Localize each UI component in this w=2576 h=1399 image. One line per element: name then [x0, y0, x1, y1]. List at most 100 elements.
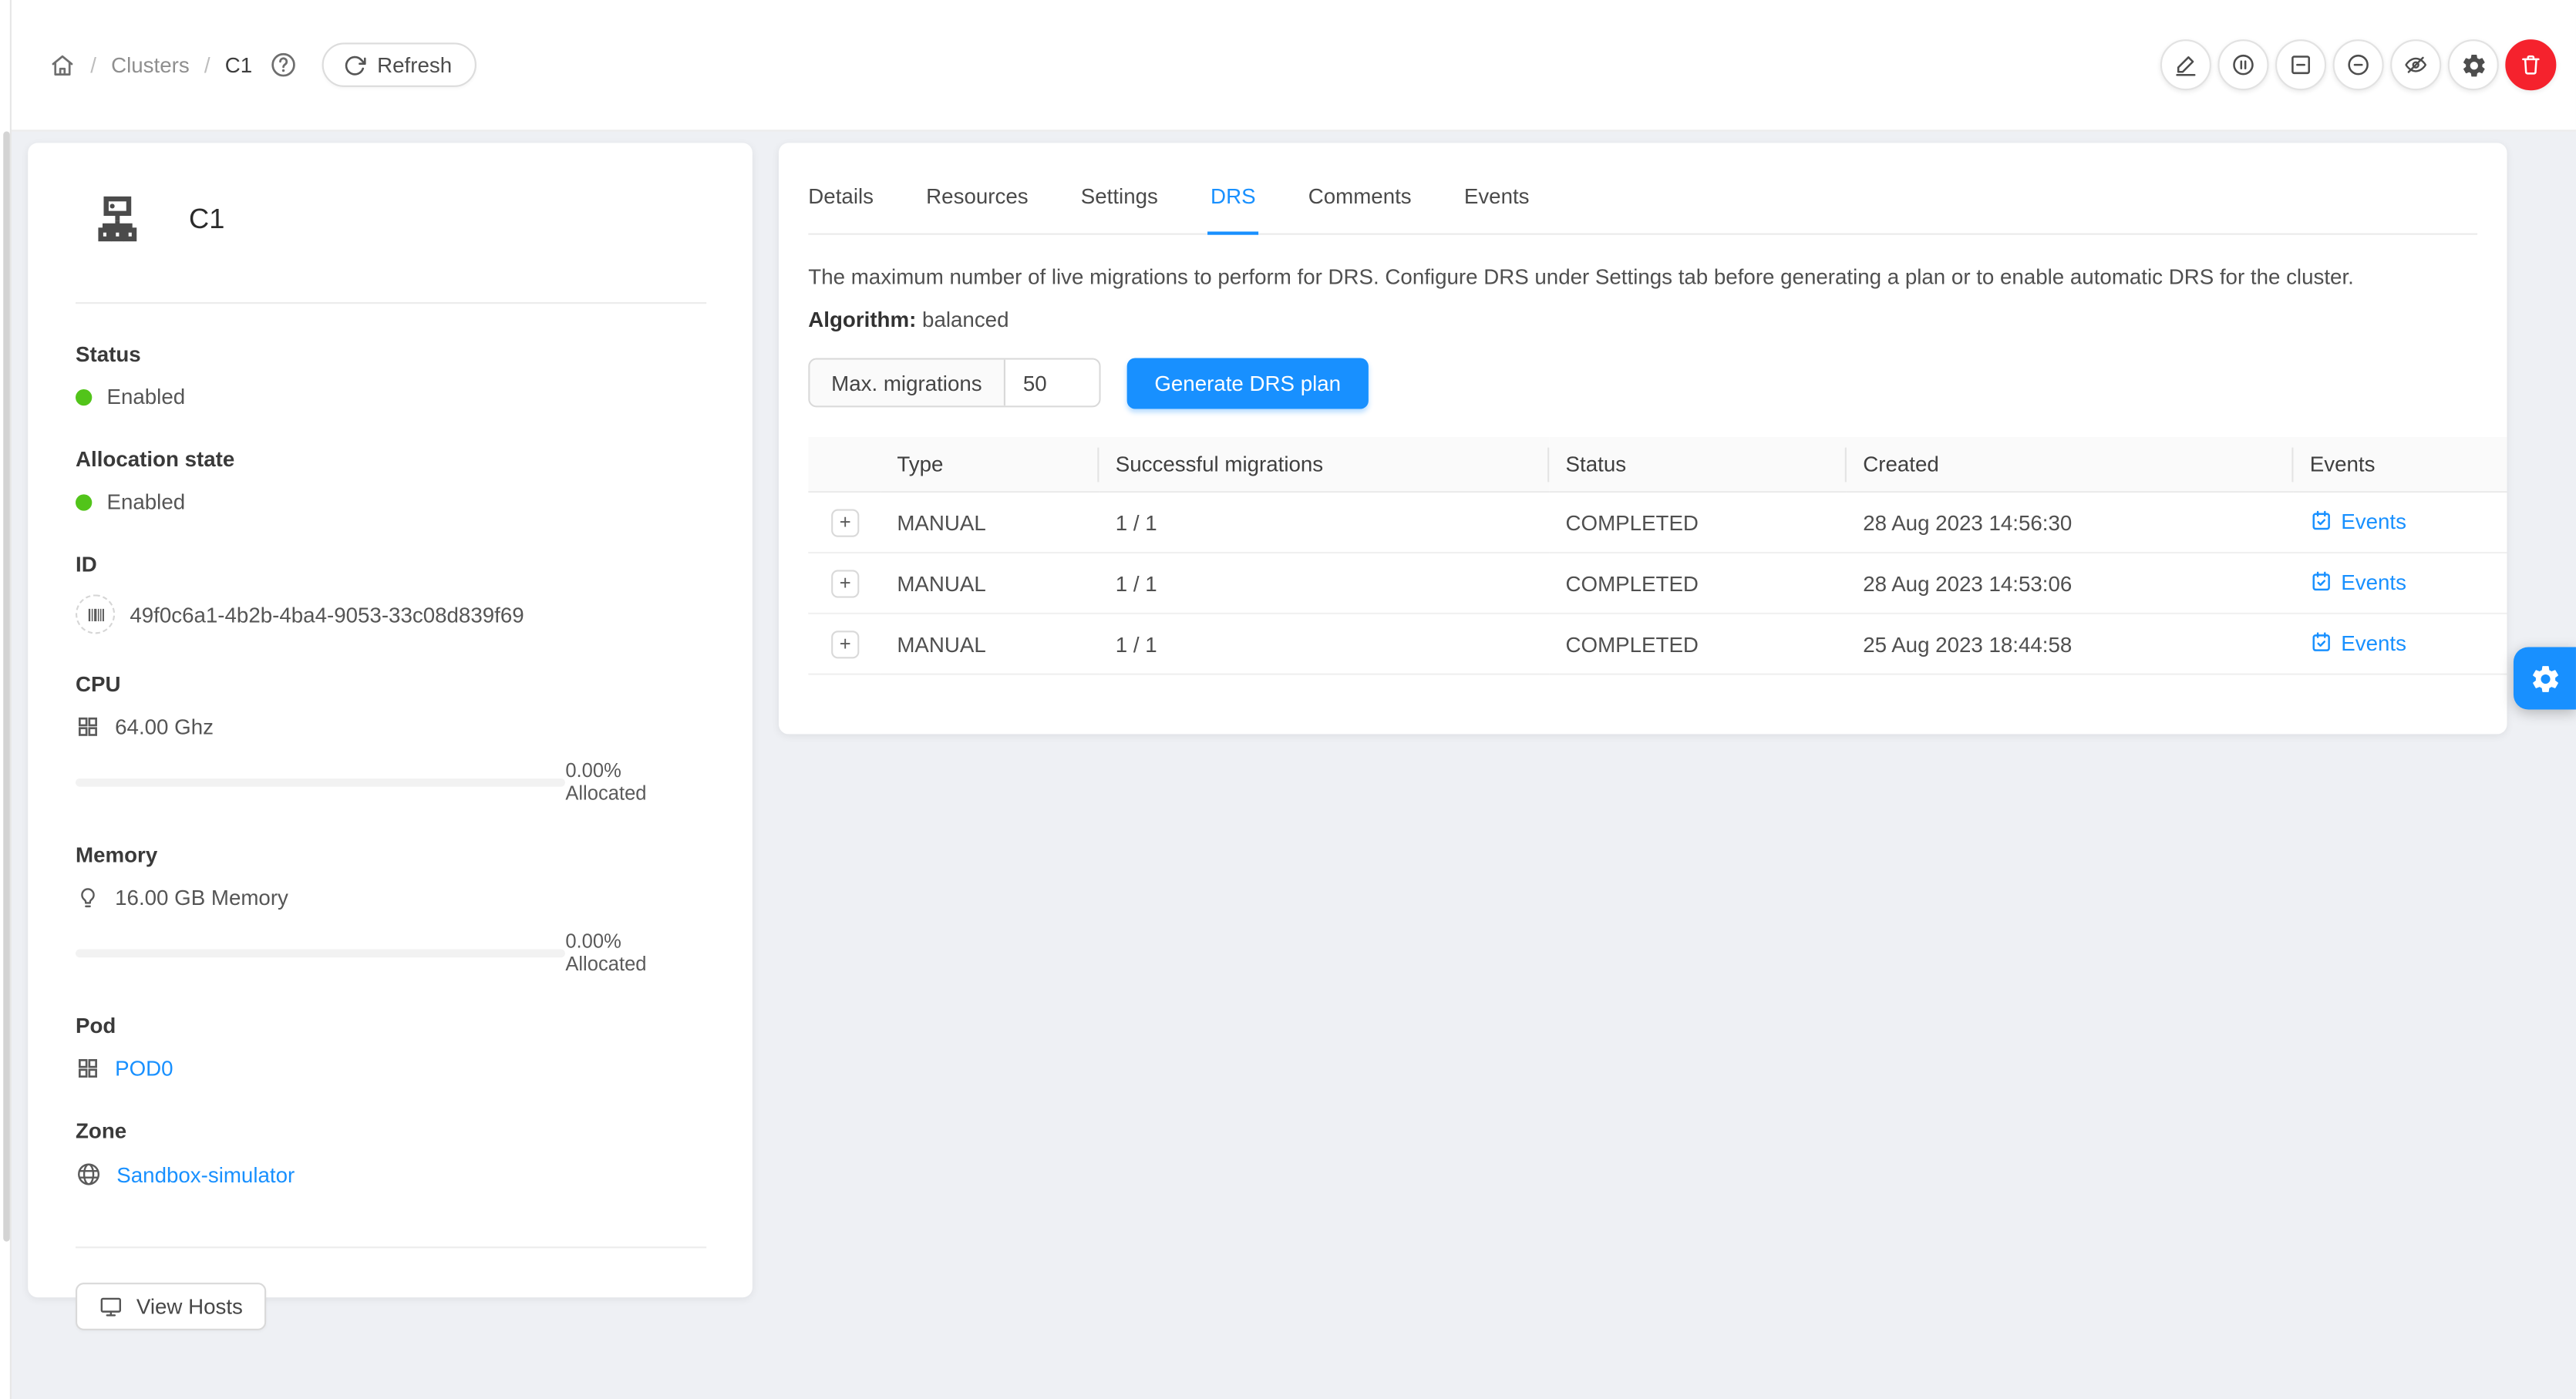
breadcrumb-clusters[interactable]: Clusters: [111, 52, 190, 77]
row-events-link[interactable]: Events: [2310, 630, 2406, 654]
tab-details[interactable]: Details: [808, 164, 874, 233]
cell-type: MANUAL: [881, 614, 1099, 675]
tab-settings[interactable]: Settings: [1081, 164, 1158, 233]
divider: [76, 1246, 706, 1248]
memory-section: Memory 16.00 GB Memory 0.00% Allocated: [76, 841, 706, 976]
view-hosts-button[interactable]: View Hosts: [76, 1283, 266, 1330]
table-header-row: Type Successful migrations Status Create…: [808, 436, 2507, 492]
expand-row-button[interactable]: +: [831, 631, 859, 658]
edit-button[interactable]: [2160, 39, 2211, 90]
allocation-value: Enabled: [106, 489, 185, 514]
left-scrollbar: [0, 0, 12, 1399]
memory-label: Memory: [76, 842, 157, 867]
pause-circle-icon: [2231, 52, 2255, 77]
id-label: ID: [76, 552, 97, 577]
allocation-dot: [76, 493, 92, 509]
tab-comments[interactable]: Comments: [1308, 164, 1412, 233]
appstore-icon: [76, 715, 100, 739]
table-row: + MANUAL 1 / 1 COMPLETED 28 Aug 2023 14:…: [808, 553, 2507, 614]
minus-circle-icon: [2346, 52, 2371, 77]
cluster-icon: [90, 192, 144, 246]
drs-description: The maximum number of live migrations to…: [808, 263, 2477, 294]
cell-status: COMPLETED: [1549, 493, 1847, 553]
zone-link[interactable]: Sandbox-simulator: [116, 1162, 295, 1186]
status-section: Status Enabled: [76, 340, 706, 409]
cell-status: COMPLETED: [1549, 553, 1847, 614]
reload-icon: [342, 53, 365, 76]
col-events: Events: [2293, 436, 2507, 492]
status-dot: [76, 388, 92, 405]
drs-plans-table: Type Successful migrations Status Create…: [808, 436, 2507, 675]
col-successful-migrations: Successful migrations: [1099, 436, 1549, 492]
algorithm-label: Algorithm:: [808, 307, 916, 331]
breadcrumb-separator: /: [204, 52, 210, 77]
zone-label: Zone: [76, 1118, 126, 1143]
algorithm-value: balanced: [922, 307, 1009, 331]
memory-allocated-label: 0.00% Allocated: [565, 930, 706, 976]
row-events-link[interactable]: Events: [2310, 569, 2406, 594]
header-actions: [2160, 39, 2556, 90]
zone-section: Zone Sandbox-simulator: [76, 1117, 706, 1188]
unmanage-button[interactable]: [2275, 39, 2326, 90]
cell-created: 28 Aug 2023 14:53:06: [1847, 553, 2294, 614]
hide-button[interactable]: [2390, 39, 2441, 90]
max-migrations-input[interactable]: [1005, 360, 1098, 406]
id-section: ID 49f0c6a1-4b2b-4ba4-9053-33c08d839f69: [76, 550, 706, 634]
table-row: + MANUAL 1 / 1 COMPLETED 25 Aug 2023 18:…: [808, 614, 2507, 675]
expand-row-button[interactable]: +: [831, 570, 859, 597]
eye-invisible-icon: [2403, 52, 2428, 77]
status-value: Enabled: [106, 385, 185, 409]
pod-label: Pod: [76, 1014, 116, 1038]
view-hosts-label: View Hosts: [136, 1294, 243, 1319]
table-row: + MANUAL 1 / 1 COMPLETED 28 Aug 2023 14:…: [808, 493, 2507, 553]
home-icon[interactable]: [49, 52, 76, 78]
appstore-icon: [76, 1056, 100, 1081]
tab-resources[interactable]: Resources: [926, 164, 1028, 233]
gear-icon: [2460, 52, 2487, 78]
scrollbar-thumb[interactable]: [2, 131, 9, 1241]
tabs: Details Resources Settings DRS Comments …: [808, 164, 2477, 235]
content-area: C1 Status Enabled Allocation state Enabl…: [12, 131, 2576, 1297]
col-status: Status: [1549, 436, 1847, 492]
id-value: 49f0c6a1-4b2b-4ba4-9053-33c08d839f69: [130, 602, 524, 627]
delete-button[interactable]: [2505, 39, 2556, 90]
minus-square-icon: [2288, 52, 2313, 77]
cpu-allocated-label: 0.00% Allocated: [565, 758, 706, 805]
allocation-label: Allocation state: [76, 447, 234, 472]
memory-value: 16.00 GB Memory: [115, 885, 288, 910]
pod-link[interactable]: POD0: [115, 1056, 173, 1081]
help-icon[interactable]: [269, 51, 297, 79]
pod-section: Pod POD0: [76, 1012, 706, 1081]
cell-created: 28 Aug 2023 14:56:30: [1847, 493, 2294, 553]
breadcrumb-current: C1: [225, 52, 252, 77]
row-events-link[interactable]: Events: [2310, 509, 2406, 533]
barcode-icon: [85, 604, 106, 625]
memory-progress-bar: [76, 948, 565, 957]
calendar-check-icon: [2310, 509, 2333, 533]
disable-button[interactable]: [2333, 39, 2384, 90]
refresh-label: Refresh: [377, 52, 452, 77]
floating-settings-button[interactable]: [2514, 647, 2576, 709]
generate-drs-plan-button[interactable]: Generate DRS plan: [1126, 358, 1369, 409]
trash-icon: [2518, 52, 2543, 77]
refresh-button[interactable]: Refresh: [322, 42, 476, 87]
copy-id-button[interactable]: [76, 594, 115, 634]
col-expand: [808, 436, 881, 492]
cell-type: MANUAL: [881, 493, 1099, 553]
cpu-value: 64.00 Ghz: [115, 715, 214, 739]
cell-created: 25 Aug 2023 18:44:58: [1847, 614, 2294, 675]
top-header: / Clusters / C1 Refresh: [12, 0, 2576, 131]
cell-successful-migrations: 1 / 1: [1099, 553, 1549, 614]
cpu-progress-bar: [76, 778, 565, 786]
cluster-info-card: C1 Status Enabled Allocation state Enabl…: [28, 143, 753, 1297]
expand-row-button[interactable]: +: [831, 509, 859, 536]
tab-events[interactable]: Events: [1464, 164, 1530, 233]
drs-controls: Max. migrations Generate DRS plan: [808, 358, 2477, 409]
settings-button[interactable]: [2448, 39, 2499, 90]
pause-button[interactable]: [2217, 39, 2268, 90]
cell-status: COMPLETED: [1549, 614, 1847, 675]
tab-drs[interactable]: DRS: [1211, 164, 1255, 233]
gear-icon: [2529, 663, 2560, 694]
calendar-check-icon: [2310, 570, 2333, 594]
bulb-icon: [76, 885, 100, 910]
